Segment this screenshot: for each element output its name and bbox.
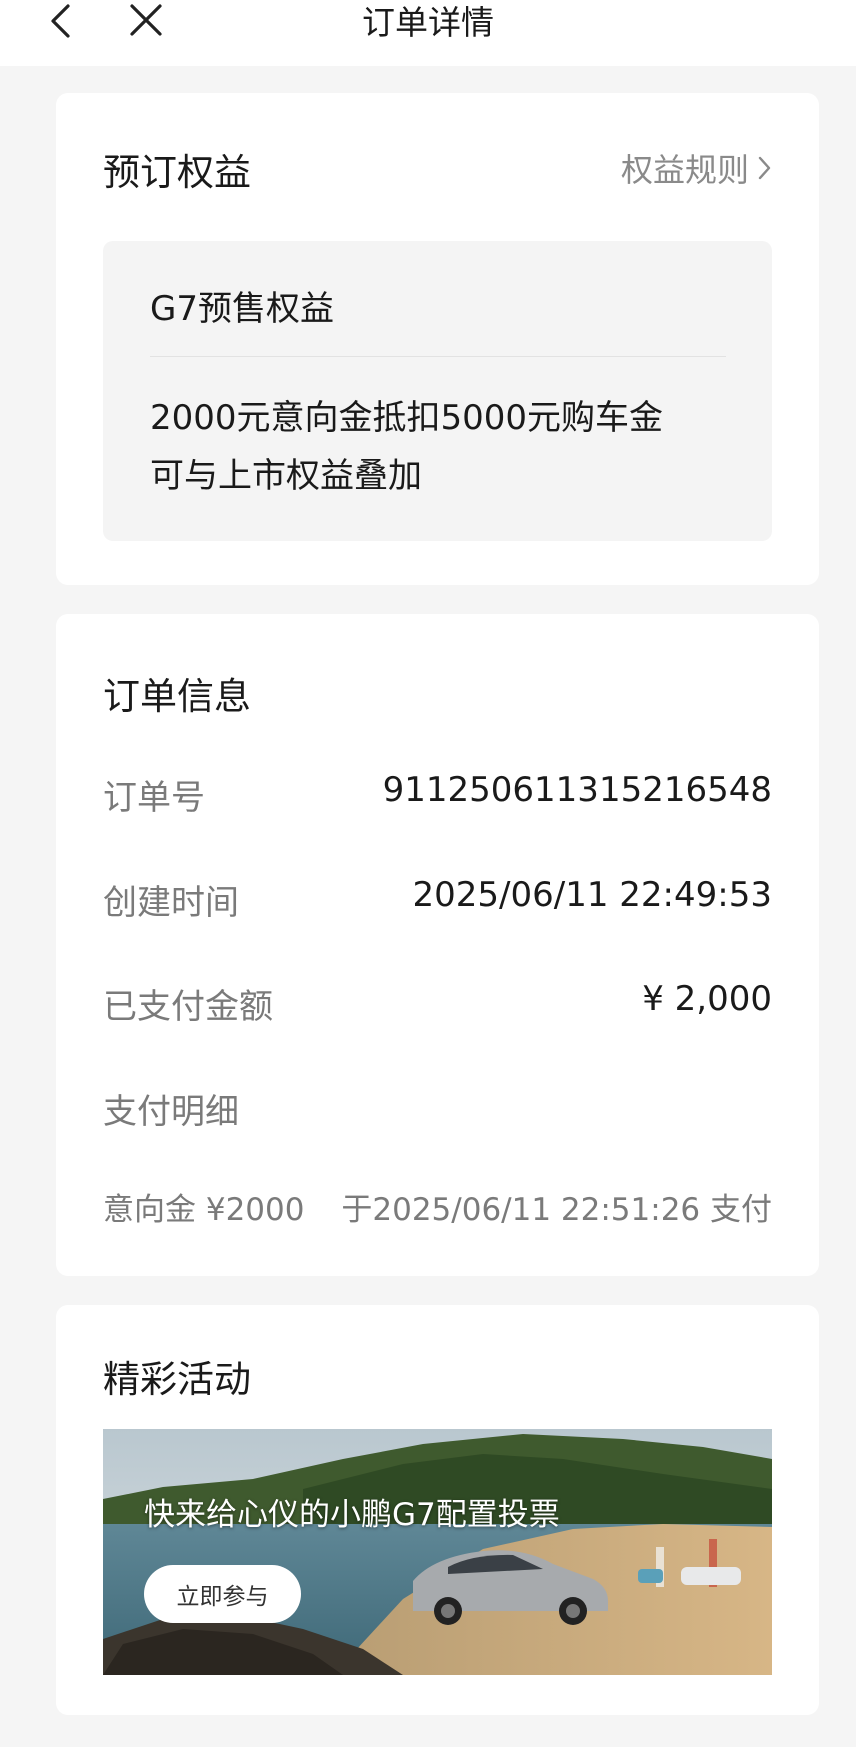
benefit-line-2: 可与上市权益叠加 xyxy=(150,456,422,496)
activities-card: 精彩活动 快来给心仪的小鹏G7配置投票 立即参与 xyxy=(56,1305,819,1715)
benefit-line-1: 2000元意向金抵扣5000元购车金 xyxy=(150,398,664,438)
deposit-paid-time: 于2025/06/11 22:51:26 支付 xyxy=(341,1192,772,1228)
order-info-card: 订单信息 订单号 911250611315216548 创建时间 2025/06… xyxy=(56,614,819,1276)
order-number-row: 订单号 911250611315216548 xyxy=(103,770,772,818)
benefits-title: 预订权益 xyxy=(103,151,251,194)
chevron-right-icon xyxy=(758,156,771,180)
created-time-label: 创建时间 xyxy=(103,883,239,923)
benefit-box: G7预售权益 2000元意向金抵扣5000元购车金 可与上市权益叠加 xyxy=(103,241,772,541)
divider xyxy=(150,356,726,357)
benefit-title: G7预售权益 xyxy=(150,289,334,329)
page-title: 订单详情 xyxy=(362,3,494,42)
created-time-value: 2025/06/11 22:49:53 xyxy=(412,875,772,915)
order-number-value: 911250611315216548 xyxy=(382,770,772,810)
payment-detail-item: 意向金 ¥2000 于2025/06/11 22:51:26 支付 xyxy=(103,1184,772,1230)
benefit-rules-label: 权益规则 xyxy=(620,151,749,189)
benefit-rules-link[interactable]: 权益规则 xyxy=(621,145,773,191)
payment-detail-row: 支付明细 xyxy=(103,1084,772,1132)
paid-amount-row: 已支付金额 ¥ 2,000 xyxy=(103,979,772,1027)
banner-image xyxy=(103,1429,772,1675)
join-now-button[interactable]: 立即参与 xyxy=(144,1565,301,1623)
paid-amount-value: ¥ 2,000 xyxy=(642,979,772,1019)
paid-amount-label: 已支付金额 xyxy=(103,987,273,1027)
banner-text: 快来给心仪的小鹏G7配置投票 xyxy=(144,1497,560,1533)
top-bar: 订单详情 xyxy=(0,0,856,66)
benefits-card: 预订权益 权益规则 G7预售权益 2000元意向金抵扣5000元购车金 可与上市… xyxy=(56,93,819,585)
activity-banner[interactable]: 快来给心仪的小鹏G7配置投票 立即参与 xyxy=(103,1429,772,1675)
order-info-title: 订单信息 xyxy=(103,675,251,718)
activities-title: 精彩活动 xyxy=(103,1358,251,1401)
order-number-label: 订单号 xyxy=(103,778,205,818)
deposit-label: 意向金 ¥2000 xyxy=(103,1192,305,1228)
created-time-row: 创建时间 2025/06/11 22:49:53 xyxy=(103,875,772,923)
benefit-description: 2000元意向金抵扣5000元购车金 可与上市权益叠加 xyxy=(150,389,663,505)
payment-detail-label: 支付明细 xyxy=(103,1092,239,1132)
